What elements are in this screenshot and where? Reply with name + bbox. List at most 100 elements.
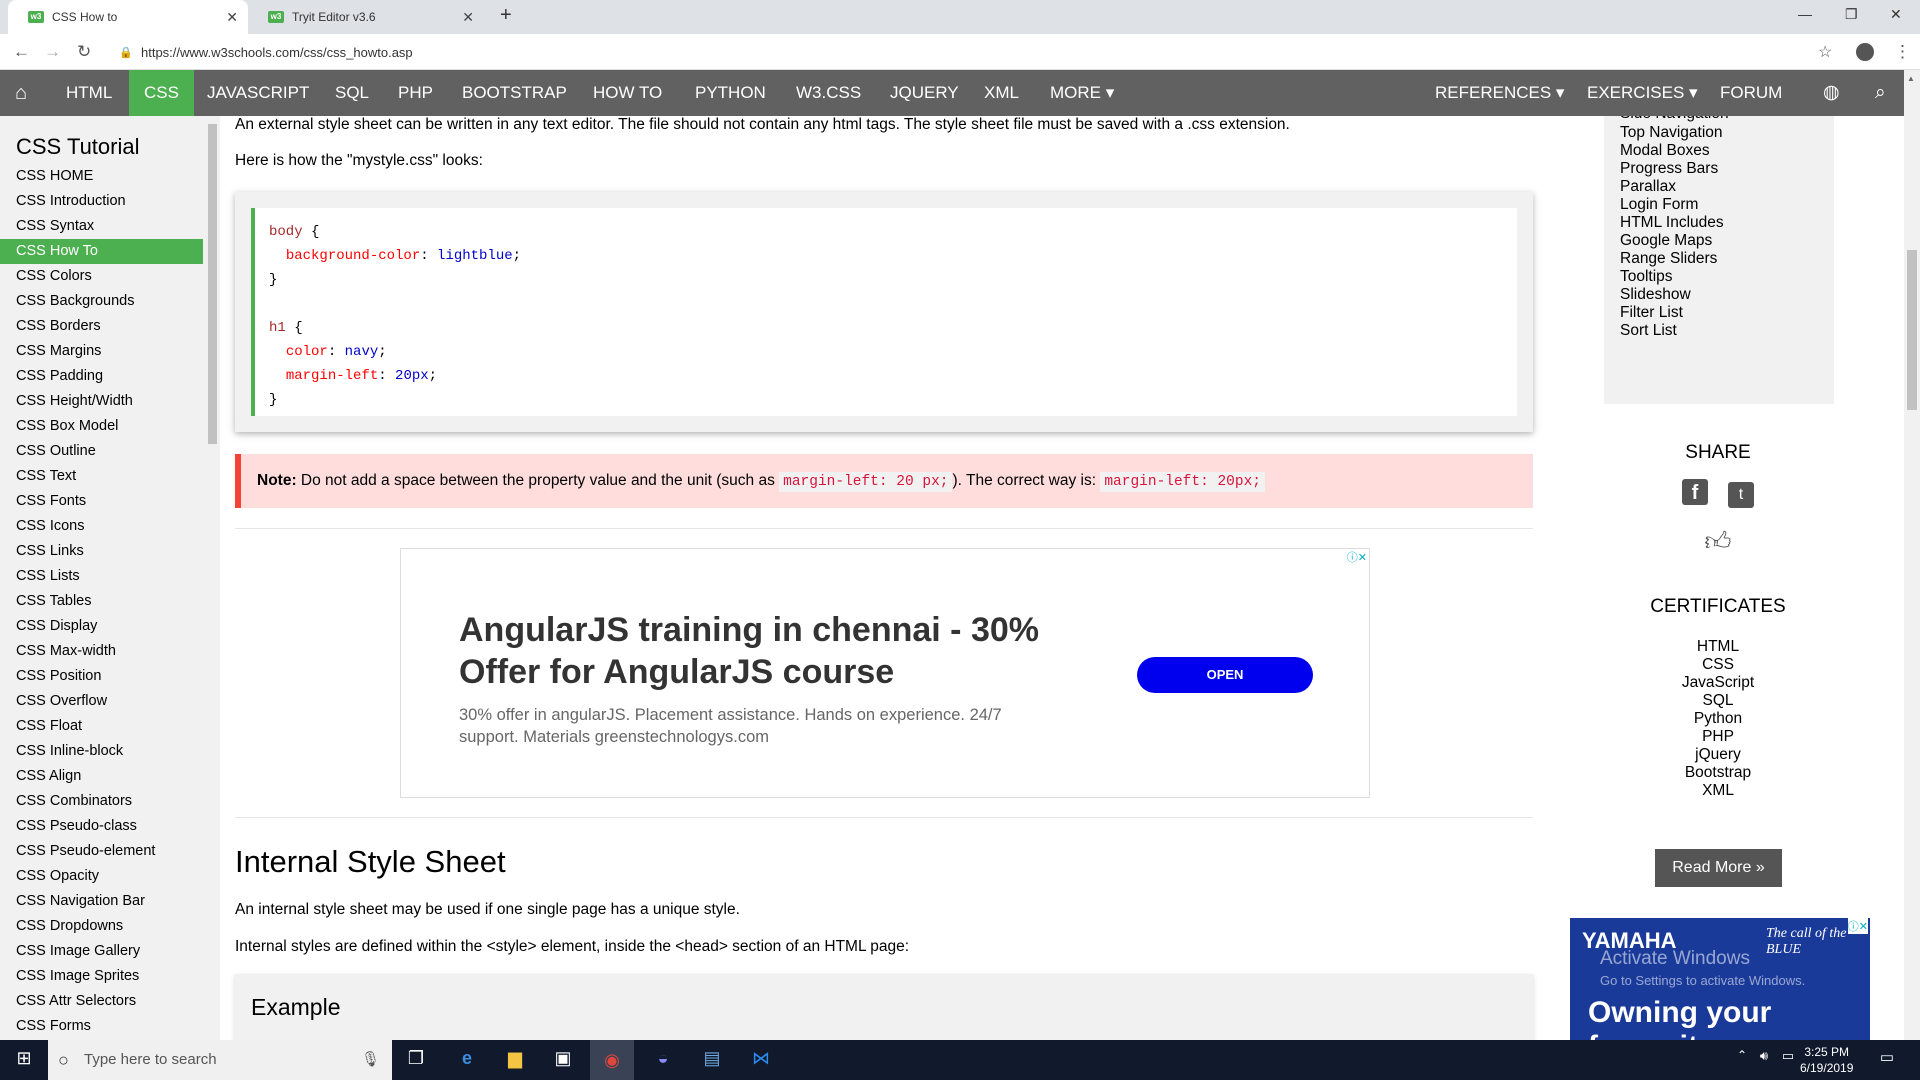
nav-forum[interactable]: FORUM [1705,70,1797,116]
sidebar-item[interactable]: CSS Height/Width [0,389,203,414]
forward-icon[interactable]: → [44,42,61,62]
ad-choices-icon[interactable]: ⓘ✕ [1347,549,1367,565]
nav-references[interactable]: REFERENCES ▾ [1420,70,1579,116]
vscode-icon[interactable]: ⋈ [749,1048,773,1072]
close-tab-icon[interactable]: ✕ [226,9,238,26]
sidebar-item[interactable]: CSS Forms [0,1014,203,1039]
reload-icon[interactable]: ↻ [77,42,91,62]
sidebar-item[interactable]: CSS Text [0,464,203,489]
twitter-icon[interactable]: t [1728,482,1754,508]
close-window-icon[interactable]: ✕ [1890,6,1902,23]
page-scrollbar[interactable]: ▲ [1904,70,1920,1040]
nav-jquery[interactable]: JQUERY [875,70,974,116]
sidebar-scroll-thumb[interactable] [208,124,217,444]
nav-exercises[interactable]: EXERCISES ▾ [1572,70,1713,116]
advertisement[interactable]: ⓘ✕ AngularJS training in chennai - 30% O… [400,548,1370,798]
nav-howto[interactable]: HOW TO [578,70,677,116]
close-tab-icon[interactable]: ✕ [462,9,474,26]
sidebar-item[interactable]: CSS Box Model [0,414,203,439]
nav-bootstrap[interactable]: BOOTSTRAP [447,70,582,116]
tray-chevron-icon[interactable]: ⌃ [1730,1048,1754,1072]
yamaha-advertisement[interactable]: YAMAHA The call of the BLUE Activate Win… [1570,918,1870,1040]
notepad-icon[interactable]: ▤ [700,1048,724,1072]
howto-list-item[interactable]: Login Form [1604,196,1834,214]
page-scroll-thumb[interactable] [1907,250,1917,410]
nav-html[interactable]: HTML [51,70,127,116]
sidebar-item[interactable]: CSS Navigation Bar [0,889,203,914]
task-view-icon[interactable]: ❐ [404,1048,428,1072]
file-explorer-icon[interactable]: ▆ [503,1048,527,1072]
howto-item-partial[interactable]: Side Navigation [1604,116,1834,124]
restore-icon[interactable]: ❐ [1845,6,1858,23]
sidebar-item[interactable]: CSS Display [0,614,203,639]
new-tab-icon[interactable]: + [500,4,512,27]
taskbar-clock[interactable]: 3:25 PM 6/19/2019 [1800,1044,1853,1076]
edge-icon[interactable]: e [455,1048,479,1072]
certificate-link[interactable]: XML [1560,782,1876,800]
sidebar-item[interactable]: CSS Padding [0,364,203,389]
certificate-link[interactable]: Python [1560,710,1876,728]
nav-more[interactable]: MORE ▾ [1035,70,1129,116]
sidebar-item[interactable]: CSS Attr Selectors [0,989,203,1014]
sidebar-item[interactable]: CSS Syntax [0,214,203,239]
howto-list-item[interactable]: Google Maps [1604,232,1834,250]
menu-kebab-icon[interactable]: ⋮ [1894,42,1911,62]
sidebar-item[interactable]: CSS Dropdowns [0,914,203,939]
certificate-link[interactable]: SQL [1560,692,1876,710]
certificate-link[interactable]: Bootstrap [1560,764,1876,782]
url-field[interactable]: 🔒 https://www.w3schools.com/css/css_howt… [113,41,1823,65]
sidebar-item[interactable]: CSS Introduction [0,189,203,214]
sidebar-item[interactable]: CSS Pseudo-class [0,814,203,839]
ad-choices-icon[interactable]: ⓘ✕ [1847,918,1868,934]
sidebar-item[interactable]: CSS Float [0,714,203,739]
nav-w3css[interactable]: W3.CSS [781,70,876,116]
howto-list-item[interactable]: Slideshow [1604,286,1834,304]
howto-list-item[interactable]: Progress Bars [1604,160,1834,178]
sidebar-item[interactable]: CSS How To [0,239,203,264]
nav-php[interactable]: PHP [383,70,448,116]
certificate-link[interactable]: CSS [1560,656,1876,674]
ad-open-button[interactable]: OPEN [1137,657,1313,693]
taskbar-search[interactable]: ○ Type here to search 🎙︎ [48,1040,392,1080]
sidebar-item[interactable]: CSS Image Gallery [0,939,203,964]
sidebar-item[interactable]: CSS Max-width [0,639,203,664]
certificate-link[interactable]: HTML [1560,638,1876,656]
certificate-link[interactable]: PHP [1560,728,1876,746]
sidebar-item[interactable]: CSS Combinators [0,789,203,814]
sidebar-item[interactable]: CSS Fonts [0,489,203,514]
sidebar-item[interactable]: CSS Align [0,764,203,789]
sidebar-item[interactable]: CSS Tables [0,589,203,614]
howto-list-item[interactable]: Parallax [1604,178,1834,196]
sidebar-item[interactable]: CSS Pseudo-element [0,839,203,864]
sidebar-item[interactable]: CSS Lists [0,564,203,589]
howto-list-item[interactable]: Sort List [1604,322,1834,340]
facebook-icon[interactable]: f [1681,479,1708,505]
scroll-up-arrow-icon[interactable]: ▲ [1907,74,1915,83]
microphone-icon[interactable]: 🎙︎ [361,1040,380,1080]
sidebar-item[interactable]: CSS Inline-block [0,739,203,764]
bookmark-star-icon[interactable]: ☆ [1818,42,1832,62]
howto-list-item[interactable]: Modal Boxes [1604,142,1834,160]
browser-tab-tryit[interactable]: w3 Tryit Editor v3.6 ✕ [248,0,484,34]
read-more-button[interactable]: Read More » [1655,849,1782,887]
nav-sql[interactable]: SQL [320,70,384,116]
nav-python[interactable]: PYTHON [680,70,781,116]
minimize-icon[interactable]: — [1798,6,1812,22]
howto-list-item[interactable]: Range Sliders [1604,250,1834,268]
sidebar-item[interactable]: CSS Backgrounds [0,289,203,314]
sidebar-item[interactable]: CSS Image Sprites [0,964,203,989]
nav-css[interactable]: CSS [129,70,194,116]
sidebar-item[interactable]: CSS Overflow [0,689,203,714]
globe-icon[interactable]: ◍ [1808,70,1855,116]
search-icon[interactable]: ⌕ [1860,70,1901,116]
howto-list-item[interactable]: Tooltips [1604,268,1834,286]
chrome-icon[interactable]: ◉ [590,1040,634,1080]
certificate-link[interactable]: jQuery [1560,746,1876,764]
windows-start-icon[interactable]: ⊞ [12,1048,36,1072]
sidebar-item[interactable]: CSS Outline [0,439,203,464]
howto-list-item[interactable]: HTML Includes [1604,214,1834,232]
eclipse-icon[interactable]: ◒ [651,1048,675,1072]
howto-list-item[interactable]: Top Navigation [1604,124,1834,142]
sidebar-item[interactable]: CSS Borders [0,314,203,339]
sidebar-item[interactable]: CSS Opacity [0,864,203,889]
